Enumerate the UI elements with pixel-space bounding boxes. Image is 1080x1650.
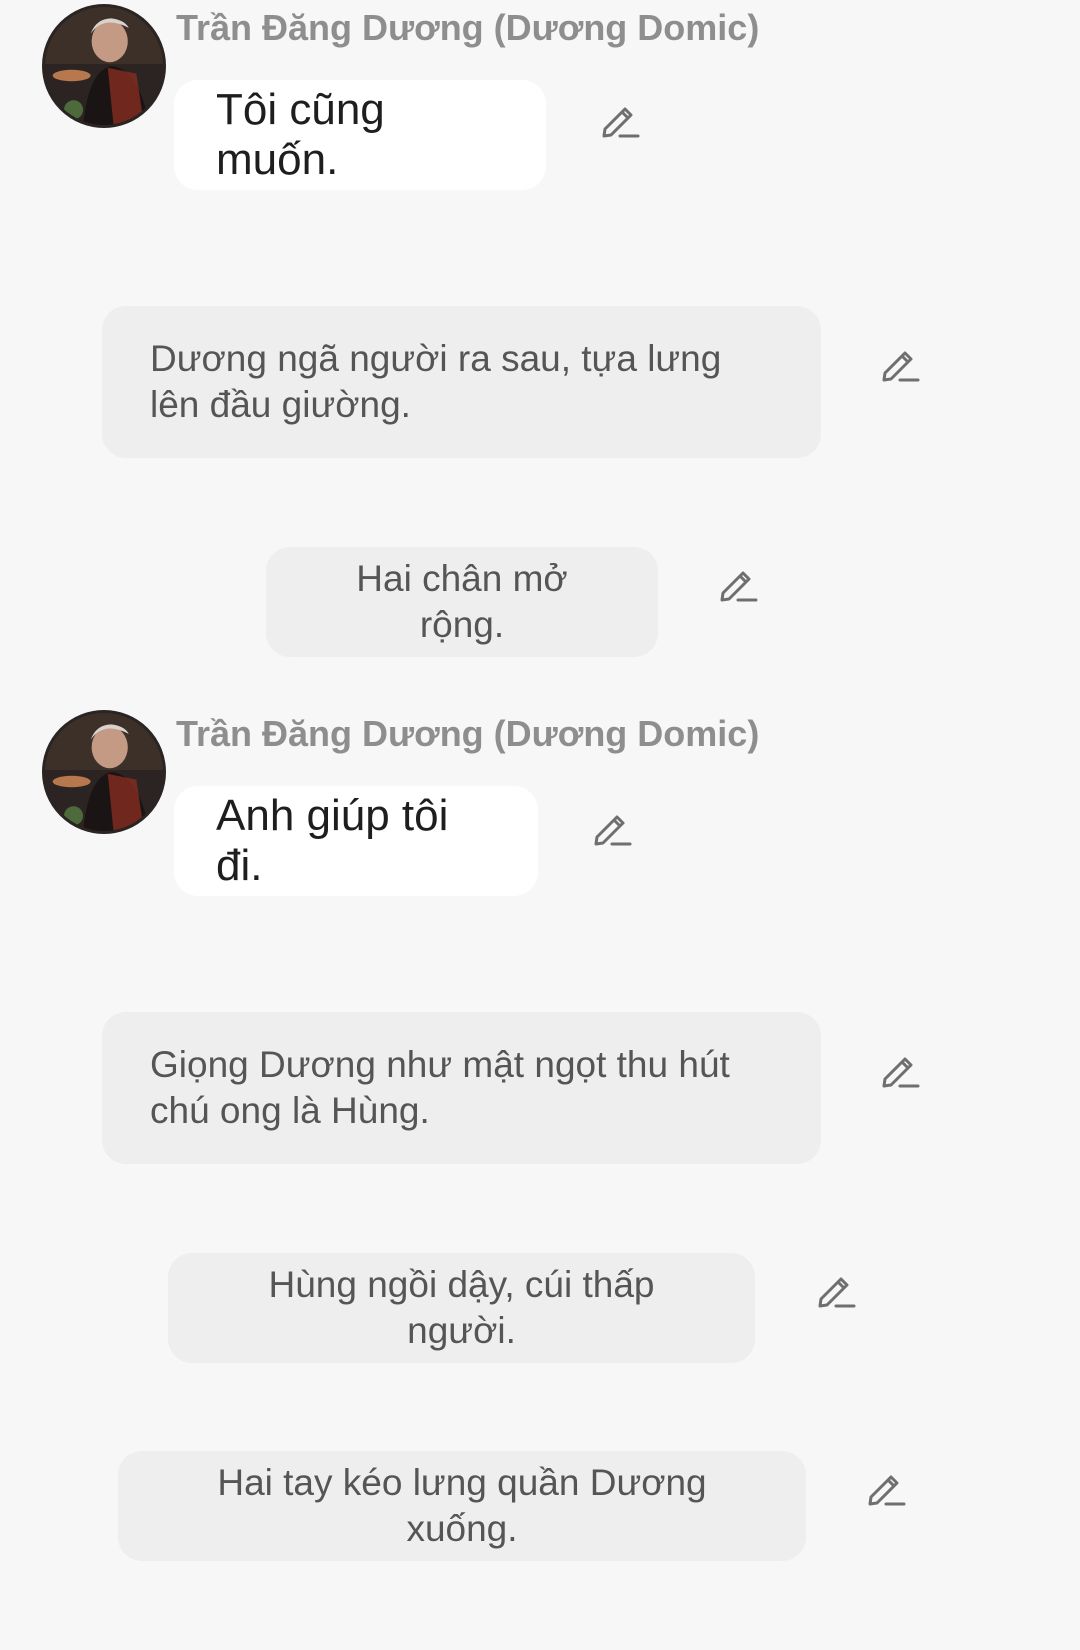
avatar-photo-icon	[45, 713, 163, 831]
narration-text: Hùng ngồi dậy, cúi thấp người.	[268, 1264, 655, 1351]
edit-message-button[interactable]	[590, 806, 634, 850]
narration-bubble[interactable]: Dương ngã người ra sau, tựa lưng lên đầu…	[102, 306, 821, 458]
narration-text: Hai chân mở rộng.	[356, 558, 568, 645]
pencil-edit-icon	[720, 571, 758, 602]
narration-bubble[interactable]: Hai tay kéo lưng quần Dương xuống.	[118, 1451, 806, 1561]
avatar[interactable]	[42, 4, 166, 128]
pencil-edit-icon	[602, 107, 640, 138]
message-text: Tôi cũng muốn.	[216, 85, 385, 184]
avatar-photo-icon	[45, 7, 163, 125]
narration-bubble[interactable]: Hai chân mở rộng.	[266, 547, 658, 657]
message-bubble[interactable]: Tôi cũng muốn.	[174, 80, 546, 190]
narration-text: Hai tay kéo lưng quần Dương xuống.	[217, 1462, 707, 1549]
narration-text: Dương ngã người ra sau, tựa lưng lên đầu…	[150, 338, 722, 425]
pencil-edit-icon	[882, 351, 920, 382]
edit-message-button[interactable]	[864, 1466, 908, 1510]
sender-name: Trần Đăng Dương (Dương Domic)	[176, 7, 760, 48]
edit-message-button[interactable]	[878, 1048, 922, 1092]
pencil-edit-icon	[882, 1057, 920, 1088]
narration-text: Giọng Dương như mật ngọt thu hút chú ong…	[150, 1044, 730, 1131]
pencil-edit-icon	[868, 1475, 906, 1506]
edit-message-button[interactable]	[878, 342, 922, 386]
message-text: Anh giúp tôi đi.	[216, 791, 449, 890]
sender-name: Trần Đăng Dương (Dương Domic)	[176, 713, 760, 754]
edit-message-button[interactable]	[716, 562, 760, 606]
pencil-edit-icon	[594, 815, 632, 846]
pencil-edit-icon	[818, 1277, 856, 1308]
narration-bubble[interactable]: Hùng ngồi dậy, cúi thấp người.	[168, 1253, 755, 1363]
avatar[interactable]	[42, 710, 166, 834]
edit-message-button[interactable]	[814, 1268, 858, 1312]
edit-message-button[interactable]	[598, 98, 642, 142]
narration-bubble[interactable]: Giọng Dương như mật ngọt thu hút chú ong…	[102, 1012, 821, 1164]
message-bubble[interactable]: Anh giúp tôi đi.	[174, 786, 538, 896]
